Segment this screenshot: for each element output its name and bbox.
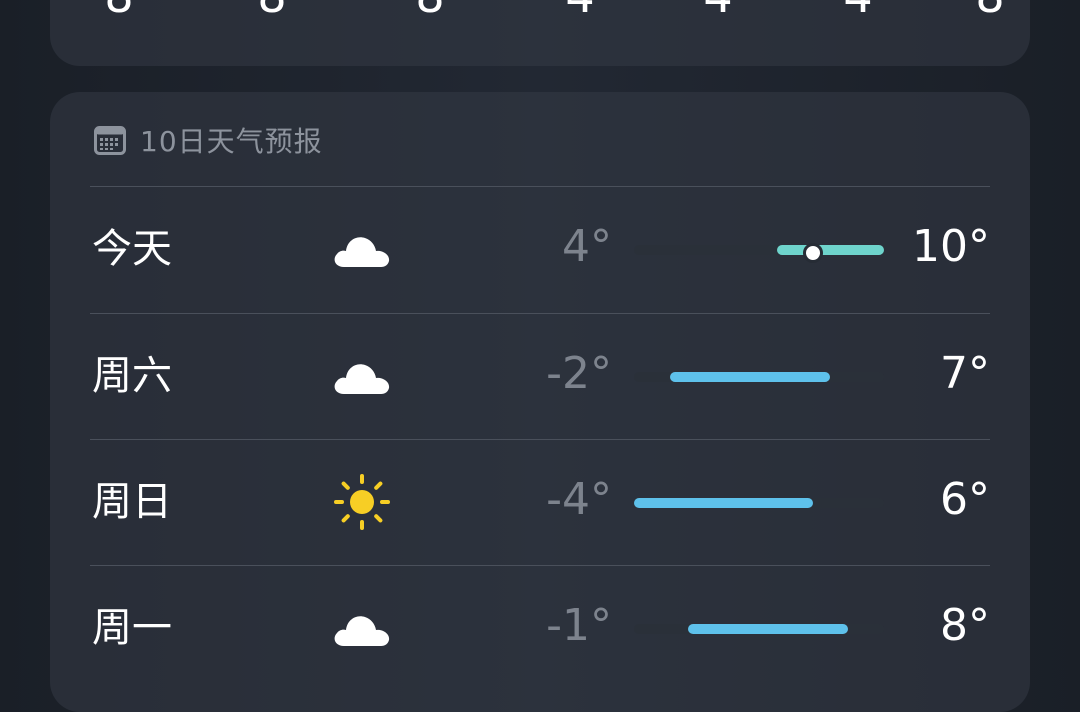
temperature-range-track [634, 624, 884, 634]
cloud-icon [334, 364, 390, 394]
calendar-icon [94, 126, 126, 155]
current-temp-indicator [802, 243, 823, 263]
hourly-value: 4 [703, 0, 732, 19]
temperature-range-track [634, 243, 884, 263]
low-temp: 4° [562, 221, 612, 272]
hourly-value: 8 [104, 0, 133, 19]
forecast-row-today[interactable]: 今天 4° 10° [90, 187, 990, 313]
low-temp: -1° [546, 600, 612, 651]
day-label: 周六 [92, 353, 172, 399]
card-header: 10日天气预报 [94, 122, 323, 158]
hourly-value: 8 [257, 0, 286, 19]
high-temp: 10° [912, 221, 990, 272]
temperature-range-bar [687, 624, 849, 634]
high-temp: 6° [940, 474, 990, 525]
sun-icon [334, 474, 390, 530]
hourly-values: 8 8 8 4 4 4 8 [50, 0, 1030, 19]
temperature-range-track [634, 498, 884, 508]
day-label: 今天 [92, 226, 172, 272]
temperature-range-bar [776, 245, 884, 255]
hourly-value: 8 [415, 0, 444, 19]
temperature-range-bar [669, 372, 831, 382]
card-title: 10日天气预报 [140, 125, 323, 158]
forecast-row-sunday[interactable]: 周日 -4° 6° [90, 440, 990, 566]
forecast-row-saturday[interactable]: 周六 -2° 7° [90, 314, 990, 440]
hourly-value: 4 [565, 0, 594, 19]
hourly-forecast-card: 8 8 8 4 4 4 8 [50, 0, 1030, 66]
temperature-range-track [634, 372, 884, 382]
high-temp: 8° [940, 600, 990, 651]
low-temp: -2° [546, 348, 612, 399]
low-temp: -4° [546, 474, 612, 525]
temperature-range-bar [634, 498, 813, 508]
day-label: 周一 [92, 605, 172, 651]
day-label: 周日 [92, 479, 172, 525]
cloud-icon [334, 616, 390, 646]
hourly-value: 8 [975, 0, 1004, 19]
ten-day-forecast-card[interactable]: 10日天气预报 今天 4° 10° 周六 -2° 7° 周日 -4° 6° 周一… [50, 92, 1030, 712]
high-temp: 7° [940, 348, 990, 399]
cloud-icon [334, 237, 390, 267]
forecast-row-monday[interactable]: 周一 -1° 8° [90, 566, 990, 692]
hourly-value: 4 [843, 0, 872, 19]
